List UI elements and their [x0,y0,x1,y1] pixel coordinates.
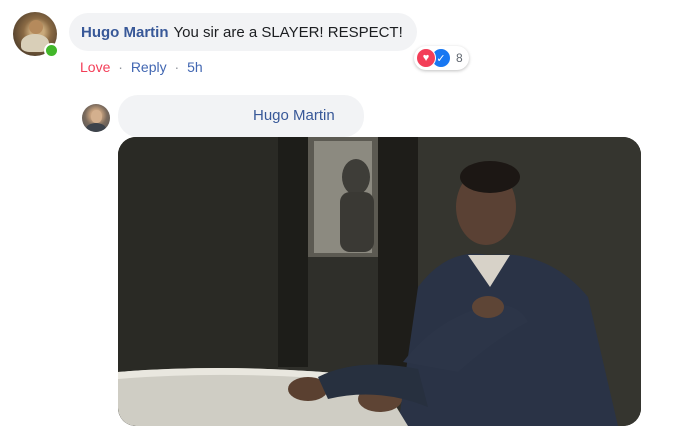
reaction-summary[interactable]: ♥ ✓ 8 [414,46,469,70]
separator: · [174,59,180,75]
comment-text: You sir are a SLAYER! RESPECT! [173,23,403,41]
comment-author-link[interactable]: Hugo Martin [81,24,169,41]
comment-actions: Love · Reply · 5h [80,59,203,75]
reply-avatar[interactable] [82,104,110,132]
reply-gif-image[interactable] [118,137,641,426]
online-status-icon [44,43,59,58]
timestamp-link[interactable]: 5h [187,59,203,75]
gif-scene [118,137,641,426]
reply-bubble: Hugo Martin [118,95,364,137]
reaction-count: 8 [456,51,463,65]
reply-link[interactable]: Reply [131,59,167,75]
heart-icon: ♥ [416,48,436,68]
love-reaction-link[interactable]: Love [80,59,110,75]
separator: · [118,59,123,75]
reply-author-link[interactable]: Hugo Martin [253,107,335,124]
comment-thread: Hugo Martin You sir are a SLAYER! RESPEC… [0,0,680,434]
comment-bubble: Hugo Martin You sir are a SLAYER! RESPEC… [69,13,417,51]
